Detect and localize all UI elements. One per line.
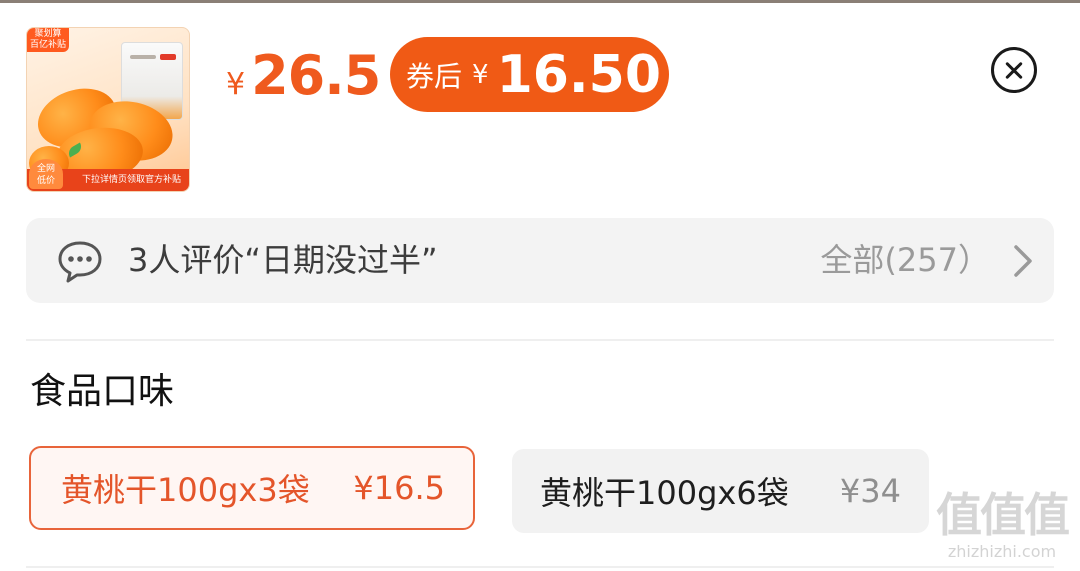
option-label: 黄桃干100gx3袋 bbox=[61, 471, 310, 509]
watermark-logo: 值值值 bbox=[936, 488, 1070, 542]
coupon-label: 券后 bbox=[406, 59, 463, 93]
price-value: 26.5 bbox=[251, 44, 381, 107]
bag-label-mark bbox=[130, 55, 156, 59]
coupon-price-badge: 券后 ¥ 16.50 bbox=[390, 37, 669, 112]
coupon-price-value: 16.50 bbox=[496, 44, 662, 105]
close-icon[interactable] bbox=[991, 47, 1037, 93]
section-divider bbox=[26, 566, 1054, 568]
spec-option-6-bags[interactable]: 黄桃干100gx6袋 ¥34 bbox=[512, 449, 929, 533]
product-thumbnail[interactable]: 聚划算 百亿补贴 下拉详情页领取官方补贴 全网 低价 bbox=[26, 27, 190, 192]
currency-symbol: ¥ bbox=[472, 59, 489, 90]
section-divider bbox=[26, 339, 1054, 341]
top-divider bbox=[0, 0, 1080, 3]
brand-logo-mark bbox=[160, 54, 176, 60]
original-price: ¥ 26.5 bbox=[226, 44, 381, 114]
review-highlight-text: 3人评价“日期没过半” bbox=[128, 241, 438, 279]
chat-bubble-icon bbox=[58, 241, 102, 283]
review-summary-bar[interactable]: 3人评价“日期没过半” 全部(257） bbox=[26, 218, 1054, 303]
subsidy-badge: 聚划算 百亿补贴 bbox=[27, 28, 69, 52]
option-price: ¥34 bbox=[839, 472, 901, 510]
currency-symbol: ¥ bbox=[226, 67, 246, 102]
spec-section-title: 食品口味 bbox=[30, 371, 175, 412]
spec-option-3-bags[interactable]: 黄桃干100gx3袋 ¥16.5 bbox=[29, 446, 475, 530]
chevron-right-icon[interactable] bbox=[1008, 244, 1038, 278]
watermark-url: zhizhizhi.com bbox=[947, 542, 1057, 561]
option-label: 黄桃干100gx6袋 bbox=[540, 474, 789, 512]
all-reviews-link[interactable]: 全部(257） bbox=[820, 218, 990, 303]
lowest-price-tag: 全网 低价 bbox=[29, 159, 63, 189]
site-watermark: 值值值 zhizhizhi.com bbox=[930, 488, 1074, 568]
option-price: ¥16.5 bbox=[353, 469, 445, 507]
